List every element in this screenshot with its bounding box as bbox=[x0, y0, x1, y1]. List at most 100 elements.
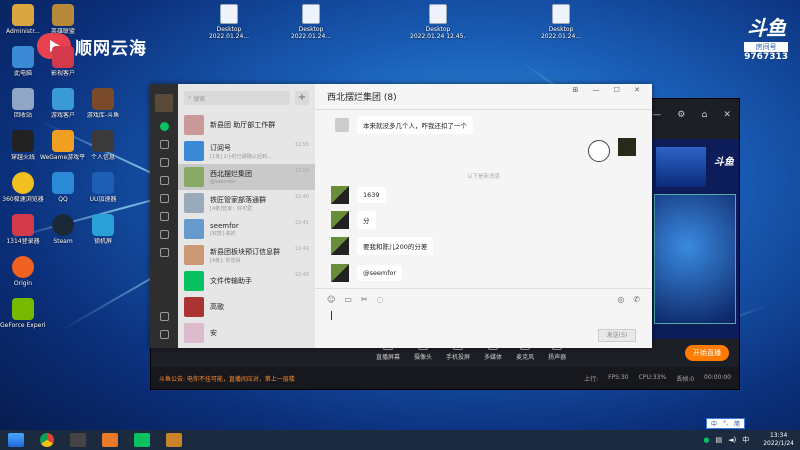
message-bubble[interactable]: 要我和陈儿200的分差 bbox=[357, 237, 434, 255]
ime-toolbar[interactable]: 中 °, 简 bbox=[706, 418, 745, 429]
taskbar-app-icon[interactable] bbox=[70, 433, 86, 447]
emoji-icon[interactable]: ☺ bbox=[327, 295, 335, 304]
desktop-file[interactable]: Desktop 2022.01.24... bbox=[206, 4, 252, 40]
phone-icon[interactable] bbox=[159, 312, 169, 321]
clock[interactable]: 13:34 2022/1/24 bbox=[763, 432, 794, 448]
ime-mode[interactable]: 简 bbox=[734, 419, 740, 428]
chrome-icon[interactable] bbox=[40, 433, 54, 447]
nvidia-icon bbox=[12, 298, 34, 320]
desktop-icon-personal[interactable]: 个人信息 bbox=[80, 130, 126, 161]
search-discover-icon[interactable] bbox=[159, 230, 169, 239]
message-bubble[interactable]: 1639 bbox=[357, 187, 386, 203]
message: 分 bbox=[331, 211, 376, 229]
minimize-icon[interactable]: — bbox=[652, 110, 661, 120]
network-icon[interactable]: ▤ bbox=[715, 436, 722, 444]
live-icon[interactable]: ◎ bbox=[617, 295, 624, 304]
search-input[interactable]: ⌕ 搜索 bbox=[184, 91, 290, 105]
home-icon[interactable]: ⌂ bbox=[701, 110, 707, 120]
desktop-icon-geforce[interactable]: GeForce Experience bbox=[0, 298, 46, 329]
wechat-tray-icon[interactable]: ● bbox=[703, 436, 709, 444]
moments-icon[interactable] bbox=[159, 194, 169, 203]
contacts-icon[interactable] bbox=[159, 140, 169, 149]
file-icon[interactable]: ▭ bbox=[344, 295, 352, 304]
user-avatar bbox=[184, 219, 204, 239]
desktop-icon-video-client[interactable]: 影视客户 bbox=[40, 46, 86, 77]
desktop-file[interactable]: Desktop2022.01.24 12.45.40.03 bbox=[410, 4, 466, 40]
chat-icon[interactable] bbox=[159, 122, 169, 131]
user-avatar bbox=[184, 297, 204, 317]
chat-item-selected[interactable]: 西北摆烂集团 @seemfor 12:59 bbox=[178, 164, 315, 190]
sender-avatar bbox=[331, 237, 349, 255]
desktop-file[interactable]: Desktop 2022.01.24... bbox=[538, 4, 584, 40]
call-icon[interactable]: ✆ bbox=[633, 295, 640, 304]
steam-icon bbox=[52, 214, 74, 236]
message: @seemfor bbox=[331, 264, 403, 282]
sticker-image[interactable] bbox=[588, 140, 610, 162]
stream-stats: 上行: FPS:30 CPU:33% 丢帧:0 00:00:00 bbox=[584, 373, 731, 383]
chat-item[interactable]: seemfor [收款] 来的 12:41 bbox=[178, 216, 315, 242]
user-folder-icon bbox=[12, 4, 34, 26]
message: 要我和陈儿200的分差 bbox=[331, 237, 434, 255]
ime-language[interactable]: 中 bbox=[711, 419, 717, 428]
computer-icon bbox=[12, 46, 34, 68]
chat-item[interactable]: 订阅号 [1条] 2小时已做确认后到... 12:55 bbox=[178, 138, 315, 164]
gear-icon[interactable]: ⚙ bbox=[677, 110, 685, 120]
favorites-icon[interactable] bbox=[159, 158, 169, 167]
image-file-icon bbox=[302, 4, 320, 24]
chat-item[interactable]: 安 bbox=[178, 320, 315, 346]
chat-item[interactable]: 新县团 助厅部工作群 bbox=[178, 112, 315, 138]
folder-icon[interactable] bbox=[159, 176, 169, 185]
channels-icon[interactable] bbox=[159, 212, 169, 221]
image-file-icon bbox=[552, 4, 570, 24]
close-icon[interactable]: ✕ bbox=[723, 110, 731, 120]
preview-screen bbox=[654, 194, 736, 324]
desktop-icon-lock[interactable]: 锁机屏 bbox=[80, 214, 126, 245]
chat-item[interactable]: 文件传输助手 12:49 bbox=[178, 268, 315, 294]
cloud-icon bbox=[52, 88, 74, 110]
text-cursor bbox=[331, 311, 332, 320]
taskbar-app-icon[interactable] bbox=[102, 433, 118, 447]
message: 1639 bbox=[331, 186, 386, 204]
video-icon bbox=[52, 46, 74, 68]
lol-icon bbox=[52, 4, 74, 26]
desktop-file[interactable]: Desktop 2022.01.24... bbox=[288, 4, 334, 40]
message-bubble[interactable]: @seemfor bbox=[357, 265, 403, 281]
ime-punctuation[interactable]: °, bbox=[723, 420, 728, 427]
message: 本来就没多几个人，咋我还扣了一个 bbox=[335, 116, 473, 134]
uu-accelerator-icon bbox=[92, 172, 114, 194]
person-icon bbox=[92, 130, 114, 152]
chat-bubble-icon[interactable]: ◌ bbox=[377, 295, 384, 304]
windows-start-icon[interactable] bbox=[8, 433, 24, 447]
chat-item[interactable]: 铁匠管家部落通群 [4条]管家：好可爱 12:40 bbox=[178, 190, 315, 216]
chat-item[interactable]: 高歌 bbox=[178, 294, 315, 320]
scissors-icon[interactable]: ✂ bbox=[361, 295, 368, 304]
lock-icon bbox=[92, 214, 114, 236]
taskbar-app-icon[interactable] bbox=[166, 433, 182, 447]
message-bubble[interactable]: 分 bbox=[357, 211, 376, 229]
avatar[interactable] bbox=[155, 94, 173, 112]
image-file-icon bbox=[220, 4, 238, 24]
wechat-taskbar-icon[interactable] bbox=[134, 433, 150, 447]
add-chat-button[interactable]: + bbox=[295, 91, 309, 105]
ime-indicator[interactable]: 中 bbox=[742, 435, 749, 445]
window-controls[interactable]: ⊞ — ☐ ✕ bbox=[572, 86, 646, 94]
go-live-button[interactable]: 开始直播 bbox=[685, 345, 729, 361]
desktop-icon-origin[interactable]: Origin bbox=[0, 256, 46, 287]
menu-icon[interactable] bbox=[159, 330, 169, 339]
desktop-icon-lol[interactable]: 英雄联盟 bbox=[40, 4, 86, 35]
group-avatar bbox=[184, 167, 204, 187]
desktop-icon-uu[interactable]: UU加速器 bbox=[80, 172, 126, 203]
chat-panel: 西北摆烂集团 (8) ⊞ — ☐ ✕ 本来就没多几个人，咋我还扣了一个 以下是新… bbox=[315, 84, 652, 348]
input-toolbar-right: ◎ ✆ bbox=[617, 295, 640, 304]
message-input-area[interactable]: ☺ ▭ ✂ ◌ ◎ ✆ 发送(S) bbox=[315, 288, 652, 348]
desktop-icon-game-library[interactable]: 游戏库-斗鱼 bbox=[80, 88, 126, 119]
douyu-logo: 斗鱼 房间号 9767313 bbox=[744, 12, 788, 62]
send-button[interactable]: 发送(S) bbox=[598, 329, 636, 342]
sender-avatar bbox=[331, 186, 349, 204]
chat-item[interactable]: 新县团板块预订信息群 [4条]: 你觉得 12:49 bbox=[178, 242, 315, 268]
miniprogram-icon[interactable] bbox=[159, 248, 169, 257]
volume-icon[interactable]: ◄) bbox=[728, 436, 736, 444]
user-avatar bbox=[184, 323, 204, 343]
preview-thumbnail bbox=[656, 147, 706, 187]
message-bubble[interactable]: 本来就没多几个人，咋我还扣了一个 bbox=[357, 116, 473, 134]
